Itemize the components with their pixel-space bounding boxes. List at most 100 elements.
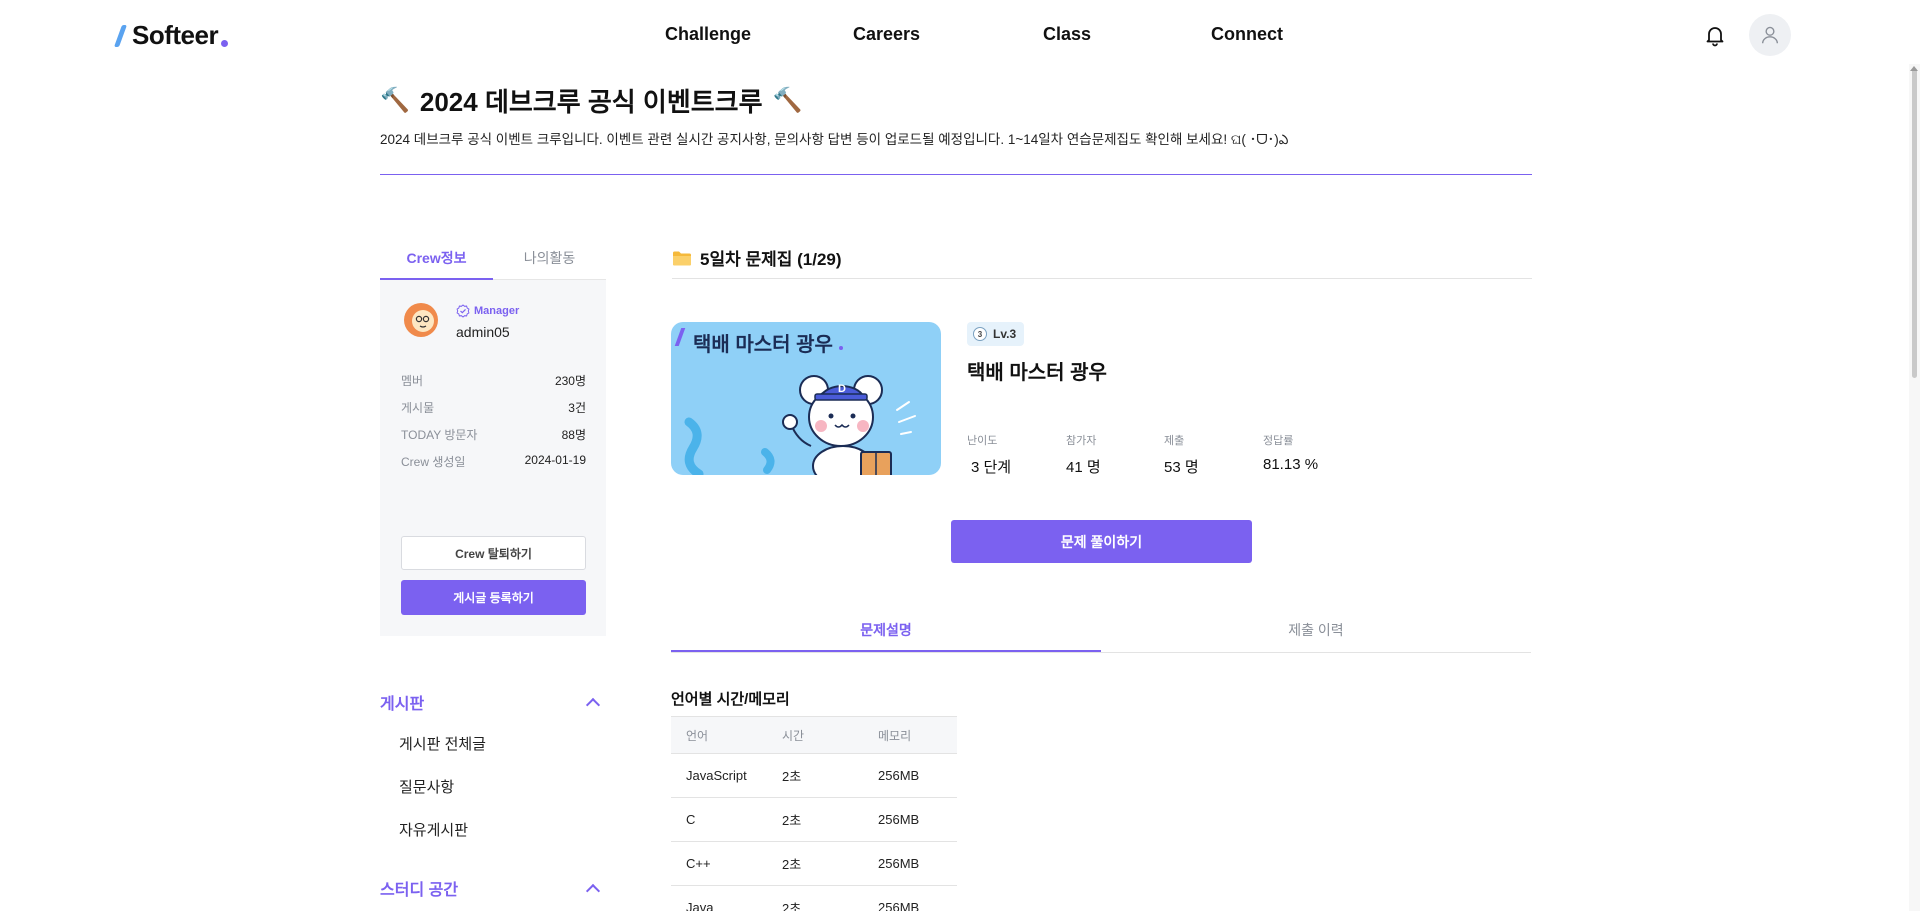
level-badge: 3 Lv.3	[967, 322, 1025, 346]
stat-value: 3건	[568, 401, 586, 415]
board-menu-toggle[interactable]: 게시판	[380, 690, 606, 714]
logo-dot-mark	[221, 40, 229, 47]
problem-set-divider	[672, 278, 1532, 279]
verified-badge-icon	[456, 304, 470, 318]
table-cell: 256MB	[863, 797, 957, 842]
table-cell: 2초	[767, 797, 863, 842]
logo-slash-mark	[113, 24, 128, 47]
user-icon	[1761, 26, 1779, 44]
column-header: 시간	[767, 716, 863, 754]
svg-text:D: D	[838, 383, 846, 395]
manager-badge: Manager	[456, 304, 519, 318]
leave-crew-button[interactable]: Crew 탈퇴하기	[401, 536, 586, 570]
table-cell: JavaScript	[671, 753, 767, 798]
stat-label: 참가자	[1066, 435, 1097, 447]
problem-thumbnail: 택배 마스터 광우 D	[671, 322, 941, 475]
crew-title-text: 2024 데브크루 공식 이벤트크루	[419, 87, 763, 117]
study-menu-toggle[interactable]: 스터디 공간	[380, 876, 606, 900]
bell-icon[interactable]	[1703, 23, 1727, 47]
role-label: Manager	[474, 305, 520, 317]
stat-value: 3 단계	[971, 459, 1012, 476]
table-cell: C	[671, 797, 767, 842]
problem-set-title-text: 5일차 문제집 (1/29)	[700, 250, 842, 269]
stat-accuracy: 정답률 81.13 %	[1263, 432, 1318, 473]
stat-created-date: Crew 생성일 2024-01-19	[401, 453, 586, 470]
level-shield-icon: 3	[973, 327, 987, 341]
board-item-all-posts[interactable]: 게시판 전체글	[399, 733, 486, 754]
username: admin05	[456, 324, 510, 340]
stat-label: 제출	[1164, 435, 1185, 447]
stat-value: 81.13 %	[1263, 456, 1319, 473]
table-cell: 2초	[767, 753, 863, 798]
stat-participants: 참가자 41 명	[1066, 432, 1101, 477]
page-scrollbar[interactable]	[1909, 64, 1920, 911]
tab-my-activity[interactable]: 나의활동	[493, 242, 606, 280]
table-cell: C++	[671, 841, 767, 886]
table-row: C 2초 256MB	[671, 797, 957, 842]
scrollbar-thumb[interactable]	[1912, 68, 1917, 378]
problem-tabs: 문제설명 제출 이력	[671, 612, 1531, 653]
table-cell: 256MB	[863, 841, 957, 886]
tab-crew-info[interactable]: Crew정보	[380, 242, 493, 280]
stat-value: 230명	[554, 374, 586, 388]
user-profile-button[interactable]	[1749, 14, 1791, 56]
stat-label: 난이도	[967, 435, 998, 447]
table-cell: 2초	[767, 885, 863, 911]
limits-table-title: 언어별 시간/메모리	[671, 691, 790, 708]
nav-challenge[interactable]: Challenge	[665, 24, 751, 45]
board-item-questions[interactable]: 질문사항	[399, 776, 454, 797]
table-cell: 256MB	[863, 753, 957, 798]
stat-difficulty: 난이도 3 단계	[967, 432, 1011, 477]
stat-value: 88명	[561, 428, 586, 442]
create-post-button[interactable]: 게시글 등록하기	[401, 580, 586, 615]
stat-value: 53 명	[1164, 459, 1199, 476]
stat-value: 2024-01-19	[524, 453, 586, 467]
chevron-up-icon	[585, 697, 601, 713]
folder-icon	[673, 251, 691, 265]
stat-members: 멤버 230명	[401, 372, 586, 389]
crew-divider	[380, 174, 1532, 175]
stat-label: 게시물	[401, 401, 435, 415]
stat-today-visitors: TODAY 방문자 88명	[401, 426, 586, 443]
board-heading: 게시판	[380, 696, 425, 713]
tab-submission-history[interactable]: 제출 이력	[1101, 612, 1531, 652]
crew-info-panel: Manager admin05 멤버 230명 게시물 3건 TODAY 방문자…	[380, 280, 606, 636]
table-header-row: 언어 시간 메모리	[671, 716, 957, 754]
solve-problem-button[interactable]: 문제 풀이하기	[951, 520, 1252, 563]
table-cell: Java	[671, 885, 767, 911]
stat-label: 정답률	[1263, 435, 1294, 447]
logo-text: Softeer	[132, 20, 219, 50]
problem-set-title: 5일차 문제집 (1/29)	[672, 245, 842, 270]
level-label: Lv.3	[993, 327, 1017, 341]
scroll-up-arrow-icon[interactable]	[1910, 66, 1918, 71]
stat-value: 41 명	[1066, 459, 1101, 476]
avatar	[401, 302, 441, 338]
sidebar-tabs: Crew정보 나의활동	[380, 242, 606, 280]
softeer-logo[interactable]: Softeer	[113, 20, 229, 51]
chevron-up-icon	[585, 883, 601, 899]
board-item-free-board[interactable]: 자유게시판	[399, 819, 468, 840]
table-cell: 2초	[767, 841, 863, 886]
crew-description: 2024 데브크루 공식 이벤트 크루입니다. 이벤트 관련 실시간 공지사항,…	[380, 132, 1289, 147]
stat-label: 멤버	[401, 374, 424, 388]
nav-careers[interactable]: Careers	[853, 24, 920, 45]
column-header: 언어	[671, 716, 767, 754]
hammer-icon: 🔨	[380, 87, 410, 114]
tab-problem-description[interactable]: 문제설명	[671, 612, 1101, 652]
table-row: JavaScript 2초 256MB	[671, 753, 957, 798]
table-row: C++ 2초 256MB	[671, 841, 957, 886]
stat-posts: 게시물 3건	[401, 399, 586, 416]
courier-mouse-illustration: D	[684, 375, 916, 475]
nav-connect[interactable]: Connect	[1211, 24, 1283, 45]
stat-label: Crew 생성일	[401, 455, 466, 469]
hammer-icon: 🔨	[772, 87, 803, 114]
study-heading: 스터디 공간	[380, 882, 459, 899]
stat-submissions: 제출 53 명	[1164, 432, 1199, 477]
column-header: 메모리	[863, 716, 957, 754]
problem-title: 택배 마스터 광우	[967, 362, 1107, 384]
stat-label: TODAY 방문자	[401, 428, 478, 442]
crew-title: 🔨 2024 데브크루 공식 이벤트크루 🔨	[380, 82, 802, 119]
nav-class[interactable]: Class	[1043, 24, 1091, 45]
language-limits-table: 언어 시간 메모리 JavaScript 2초 256MB C 2초 256MB…	[671, 716, 957, 911]
top-header: Softeer Challenge Careers Class Connect	[0, 0, 1920, 70]
